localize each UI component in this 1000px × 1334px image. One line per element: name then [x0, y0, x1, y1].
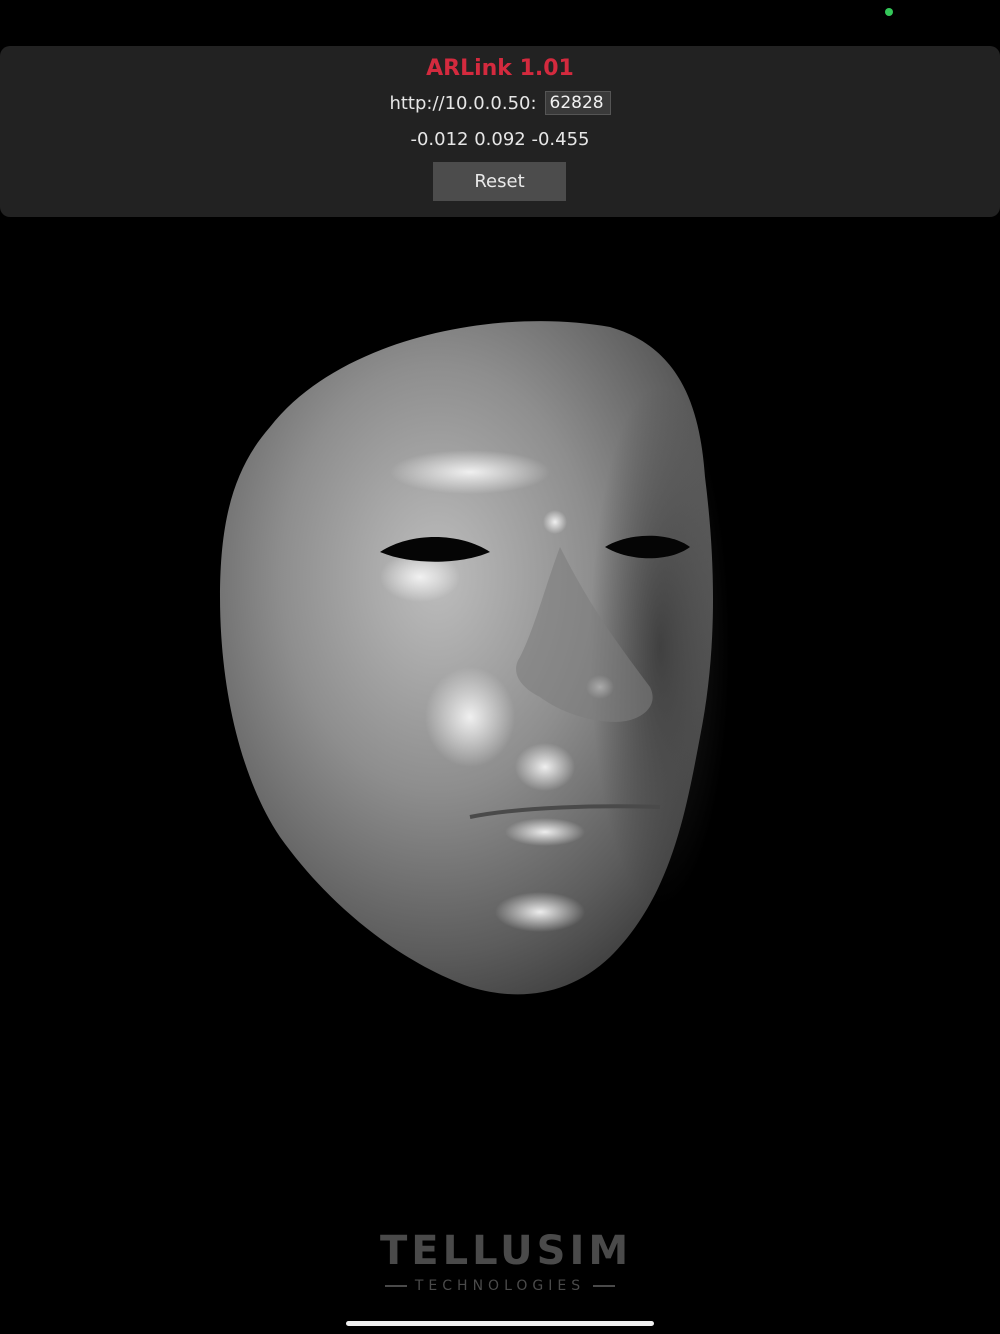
server-url-row: http://10.0.0.50:: [0, 91, 1000, 115]
server-url-label: http://10.0.0.50:: [389, 92, 537, 114]
reset-button[interactable]: Reset: [433, 162, 566, 201]
port-input[interactable]: [544, 91, 611, 115]
logo-rule-right: [593, 1285, 616, 1287]
3d-face-viewport[interactable]: [0, 217, 1000, 1217]
app-title: ARLink 1.01: [426, 56, 574, 81]
home-indicator[interactable]: [346, 1321, 654, 1326]
face-mesh: [220, 321, 730, 995]
logo-subtitle-text: TECHNOLOGIES: [414, 1278, 586, 1294]
control-panel: ARLink 1.01 http://10.0.0.50: -0.012 0.0…: [0, 46, 1000, 217]
logo-rule-left: [384, 1285, 407, 1287]
logo-wordmark: TELLUSIM: [380, 1228, 633, 1274]
status-indicator-dot: [885, 8, 893, 16]
logo-subtitle: TECHNOLOGIES: [380, 1278, 620, 1294]
tellusim-logo: TELLUSIM TECHNOLOGIES: [380, 1228, 633, 1298]
coordinates-readout: -0.012 0.092 -0.455: [410, 129, 590, 150]
